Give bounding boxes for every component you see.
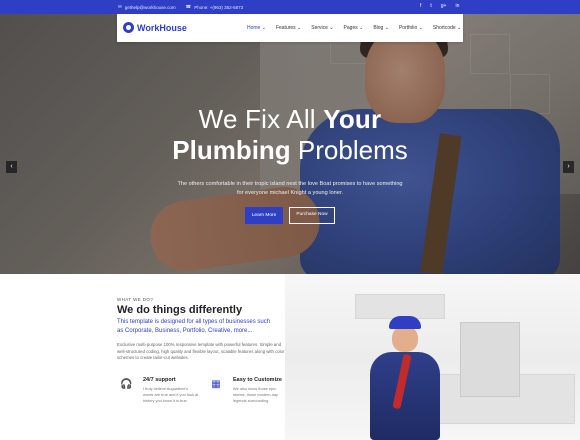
plumber-image — [365, 316, 445, 440]
about-section — [0, 274, 580, 440]
hero-content: We Fix All Your Plumbing Problems The ot… — [0, 104, 580, 224]
nav-features[interactable]: Features ⌄ — [276, 25, 301, 31]
email-contact[interactable]: ✉ gethelp@workhouse.com — [118, 4, 176, 10]
hero-title-line2: Plumbing Problems — [172, 135, 408, 165]
nav-service[interactable]: Service ⌄ — [311, 25, 333, 31]
email-text: gethelp@workhouse.com — [124, 4, 176, 10]
nav-home[interactable]: Home ⌄ — [247, 25, 266, 31]
plumber-face — [392, 326, 418, 352]
logo-text: WorkHouse — [137, 22, 187, 33]
nav-shortcode[interactable]: Shortcode ⌄ — [433, 25, 461, 31]
phone-text: Phone: +(963) 352-5873 — [194, 4, 244, 10]
kitchen-oven — [460, 322, 520, 397]
nav-portfolio[interactable]: Portfolio ⌄ — [399, 25, 423, 31]
plumber-cap — [389, 316, 421, 329]
slider-next-arrow-icon[interactable]: › — [563, 161, 574, 173]
blueprint-icon: ▦ — [211, 379, 221, 390]
linkedin-icon[interactable]: in — [455, 3, 459, 9]
site-logo[interactable]: WorkHouse — [123, 22, 187, 33]
section-lead: This template is designed for all types … — [117, 319, 271, 334]
purchase-now-button[interactable]: Purchase Now — [289, 207, 335, 224]
phone-icon: ☎ — [185, 4, 192, 9]
learn-more-button[interactable]: Learn More — [245, 207, 283, 224]
phone-contact[interactable]: ☎ Phone: +(963) 352-5873 — [186, 4, 244, 10]
headset-icon: 🎧 — [120, 379, 133, 390]
contact-info: ✉ gethelp@workhouse.com ☎ Phone: +(963) 35… — [118, 4, 243, 10]
social-links: f t g+ in — [420, 3, 459, 9]
section-eyebrow: WHAT WE DO? — [117, 297, 154, 302]
feature-title: Easy to Customize — [233, 377, 282, 383]
feature-description: I truly believe Augustene's words are tr… — [143, 386, 199, 403]
slider-prev-arrow-icon[interactable]: ‹ — [6, 161, 17, 173]
feature-title: 24/7 support — [143, 377, 176, 383]
hero-slider: We Fix All Your Plumbing Problems The ot… — [0, 14, 580, 274]
hero-buttons: Learn More Purchase Now — [0, 207, 580, 224]
top-bar: ✉ gethelp@workhouse.com ☎ Phone: +(963) 35… — [0, 0, 580, 14]
feature-description: We also know those epic stories, those m… — [233, 386, 278, 403]
main-header: WorkHouse Home ⌄ Features ⌄ Service ⌄ Pa… — [117, 14, 463, 42]
gear-logo-icon — [123, 22, 134, 33]
google-plus-icon[interactable]: g+ — [441, 3, 447, 9]
main-nav: Home ⌄ Features ⌄ Service ⌄ Pages ⌄ Blog… — [247, 25, 461, 31]
nav-pages[interactable]: Pages ⌄ — [344, 25, 364, 31]
facebook-icon[interactable]: f — [420, 3, 421, 9]
hero-title-line1: We Fix All Your — [198, 104, 382, 134]
hero-description: The others comfortable in their tropic i… — [177, 181, 403, 196]
envelope-icon: ✉ — [118, 4, 122, 9]
section-body: Exclusive multi-purpose 100% responsive … — [117, 342, 285, 360]
twitter-icon[interactable]: t — [430, 3, 431, 9]
nav-blog[interactable]: Blog ⌄ — [373, 25, 389, 31]
section-title: We do things differently — [117, 304, 243, 316]
